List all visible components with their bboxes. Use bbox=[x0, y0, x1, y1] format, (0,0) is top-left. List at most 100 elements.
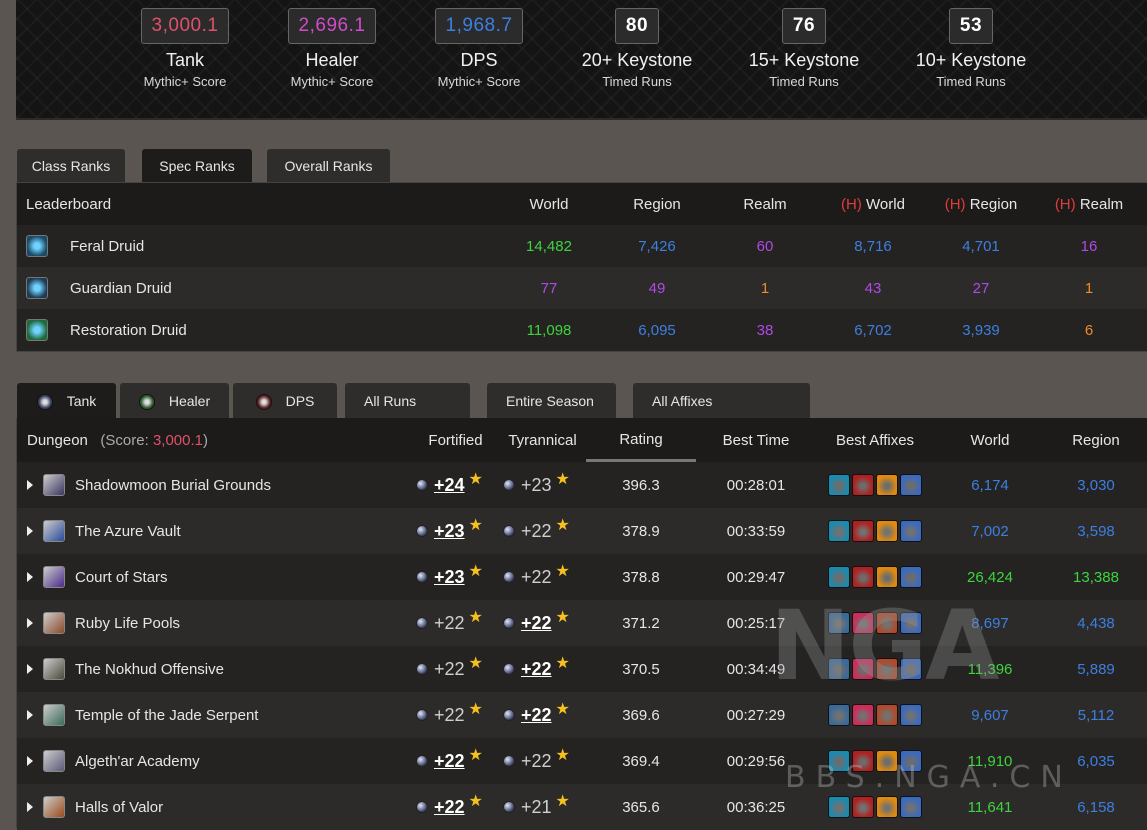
fortified-level-cell[interactable]: +23 ★ bbox=[412, 517, 499, 542]
fortified-header[interactable]: Fortified bbox=[412, 432, 499, 449]
rank-value[interactable]: 6,702 bbox=[819, 322, 927, 339]
dungeon-row[interactable]: Shadowmoon Burial Grounds +24 ★ +23 ★ 39… bbox=[17, 462, 1147, 508]
expand-caret-icon[interactable] bbox=[27, 572, 33, 582]
fortified-level-cell[interactable]: +22 ★ bbox=[412, 655, 499, 680]
affix-icon[interactable] bbox=[876, 796, 898, 818]
role-tab-dps[interactable]: DPS bbox=[232, 382, 338, 418]
filter-all-affixes[interactable]: All Affixes bbox=[632, 382, 811, 418]
rank-value[interactable]: 6 bbox=[1035, 322, 1143, 339]
thundering-affix-icon[interactable] bbox=[900, 704, 922, 726]
fortified-level-cell[interactable]: +23 ★ bbox=[412, 563, 499, 588]
rank-value[interactable]: 1 bbox=[1035, 280, 1143, 297]
expand-caret-icon[interactable] bbox=[27, 480, 33, 490]
role-tab-tank[interactable]: Tank bbox=[16, 382, 117, 418]
dungeon-name-cell[interactable]: The Nokhud Offensive bbox=[17, 658, 412, 680]
filter-all-runs[interactable]: All Runs bbox=[344, 382, 471, 418]
region-rank-value[interactable]: 3,030 bbox=[1046, 477, 1146, 494]
fortified-affix-icon[interactable] bbox=[828, 474, 850, 496]
dungeon-name-cell[interactable]: Shadowmoon Burial Grounds bbox=[17, 474, 412, 496]
dungeon-name-cell[interactable]: Halls of Valor bbox=[17, 796, 412, 818]
affix-icon[interactable] bbox=[876, 566, 898, 588]
dungeon-name-cell[interactable]: Ruby Life Pools bbox=[17, 612, 412, 634]
tyrannical-level-cell[interactable]: +22 ★ bbox=[499, 563, 586, 588]
rating-header[interactable]: Rating bbox=[586, 418, 696, 462]
bursting-affix-icon[interactable] bbox=[852, 520, 874, 542]
region-rank-value[interactable]: 5,889 bbox=[1046, 661, 1146, 678]
region-rank-value[interactable]: 4,438 bbox=[1046, 615, 1146, 632]
tyrannical-level-cell[interactable]: +22 ★ bbox=[499, 747, 586, 772]
world-rank-value[interactable]: 6,174 bbox=[934, 477, 1046, 494]
affix-icon[interactable] bbox=[876, 520, 898, 542]
rank-value[interactable]: 11,098 bbox=[495, 322, 603, 339]
region-rank-value[interactable]: 3,598 bbox=[1046, 523, 1146, 540]
world-rank-value[interactable]: 9,607 bbox=[934, 707, 1046, 724]
rank-value[interactable]: 3,939 bbox=[927, 322, 1035, 339]
tab-class-ranks[interactable]: Class Ranks bbox=[16, 148, 126, 182]
fortified-level-cell[interactable]: +22 ★ bbox=[412, 701, 499, 726]
region-rank-header[interactable]: Region bbox=[1046, 432, 1146, 449]
bursting-affix-icon[interactable] bbox=[852, 474, 874, 496]
dungeon-name-cell[interactable]: Temple of the Jade Serpent bbox=[17, 704, 412, 726]
fortified-affix-icon[interactable] bbox=[828, 520, 850, 542]
expand-caret-icon[interactable] bbox=[27, 756, 33, 766]
rank-value[interactable]: 43 bbox=[819, 280, 927, 297]
rank-value[interactable]: 1 bbox=[711, 280, 819, 297]
expand-caret-icon[interactable] bbox=[27, 618, 33, 628]
fortified-affix-icon[interactable] bbox=[828, 704, 850, 726]
best-time-header[interactable]: Best Time bbox=[696, 432, 816, 449]
world-rank-header[interactable]: World bbox=[934, 432, 1046, 449]
fortified-affix-icon[interactable] bbox=[828, 796, 850, 818]
role-tab-healer[interactable]: Healer bbox=[119, 382, 230, 418]
rank-value[interactable]: 27 bbox=[927, 280, 1035, 297]
world-rank-value[interactable]: 7,002 bbox=[934, 523, 1046, 540]
expand-caret-icon[interactable] bbox=[27, 664, 33, 674]
region-rank-value[interactable]: 13,388 bbox=[1046, 569, 1146, 586]
tab-spec-ranks[interactable]: Spec Ranks bbox=[141, 148, 253, 182]
affix-icon[interactable] bbox=[876, 704, 898, 726]
affix-icon[interactable] bbox=[876, 474, 898, 496]
region-rank-value[interactable]: 6,158 bbox=[1046, 799, 1146, 816]
tyrannical-level-cell[interactable]: +21 ★ bbox=[499, 793, 586, 818]
rank-value[interactable]: 14,482 bbox=[495, 238, 603, 255]
world-rank-value[interactable]: 11,641 bbox=[934, 799, 1046, 816]
world-rank-value[interactable]: 26,424 bbox=[934, 569, 1046, 586]
rank-value[interactable]: 8,716 bbox=[819, 238, 927, 255]
bursting-affix-icon[interactable] bbox=[852, 566, 874, 588]
tyrannical-header[interactable]: Tyrannical bbox=[499, 432, 586, 449]
fortified-level-cell[interactable]: +22 ★ bbox=[412, 609, 499, 634]
rank-value[interactable]: 6,095 bbox=[603, 322, 711, 339]
tyrannical-level-cell[interactable]: +22 ★ bbox=[499, 655, 586, 680]
dungeon-row[interactable]: The Azure Vault +23 ★ +22 ★ 378.9 00:33:… bbox=[17, 508, 1147, 554]
fortified-level-cell[interactable]: +22 ★ bbox=[412, 793, 499, 818]
tyrannical-level-cell[interactable]: +22 ★ bbox=[499, 517, 586, 542]
thundering-affix-icon[interactable] bbox=[900, 520, 922, 542]
region-rank-value[interactable]: 5,112 bbox=[1046, 707, 1146, 724]
rank-value[interactable]: 60 bbox=[711, 238, 819, 255]
rank-value[interactable]: 7,426 bbox=[603, 238, 711, 255]
bursting-affix-icon[interactable] bbox=[852, 796, 874, 818]
dungeon-name-cell[interactable]: Court of Stars bbox=[17, 566, 412, 588]
rank-value[interactable]: 38 bbox=[711, 322, 819, 339]
tab-overall-ranks[interactable]: Overall Ranks bbox=[266, 148, 391, 182]
expand-caret-icon[interactable] bbox=[27, 710, 33, 720]
dungeon-name-cell[interactable]: The Azure Vault bbox=[17, 520, 412, 542]
tyrannical-level-cell[interactable]: +23 ★ bbox=[499, 471, 586, 496]
thundering-affix-icon[interactable] bbox=[900, 796, 922, 818]
fortified-level-cell[interactable]: +22 ★ bbox=[412, 747, 499, 772]
rank-value[interactable]: 16 bbox=[1035, 238, 1143, 255]
spec-ranks-panel: Leaderboard World Region Realm (H) World… bbox=[16, 182, 1147, 352]
thundering-affix-icon[interactable] bbox=[900, 566, 922, 588]
tyrannical-level-cell[interactable]: +22 ★ bbox=[499, 701, 586, 726]
rank-value[interactable]: 4,701 bbox=[927, 238, 1035, 255]
fortified-affix-icon[interactable] bbox=[828, 566, 850, 588]
dungeon-name-cell[interactable]: Algeth'ar Academy bbox=[17, 750, 412, 772]
expand-caret-icon[interactable] bbox=[27, 802, 33, 812]
filter-entire-season[interactable]: Entire Season bbox=[486, 382, 617, 418]
rank-value[interactable]: 77 bbox=[495, 280, 603, 297]
fortified-level-cell[interactable]: +24 ★ bbox=[412, 471, 499, 496]
bursting-affix-icon[interactable] bbox=[852, 704, 874, 726]
rank-value[interactable]: 49 bbox=[603, 280, 711, 297]
expand-caret-icon[interactable] bbox=[27, 526, 33, 536]
thundering-affix-icon[interactable] bbox=[900, 474, 922, 496]
tyrannical-level-cell[interactable]: +22 ★ bbox=[499, 609, 586, 634]
